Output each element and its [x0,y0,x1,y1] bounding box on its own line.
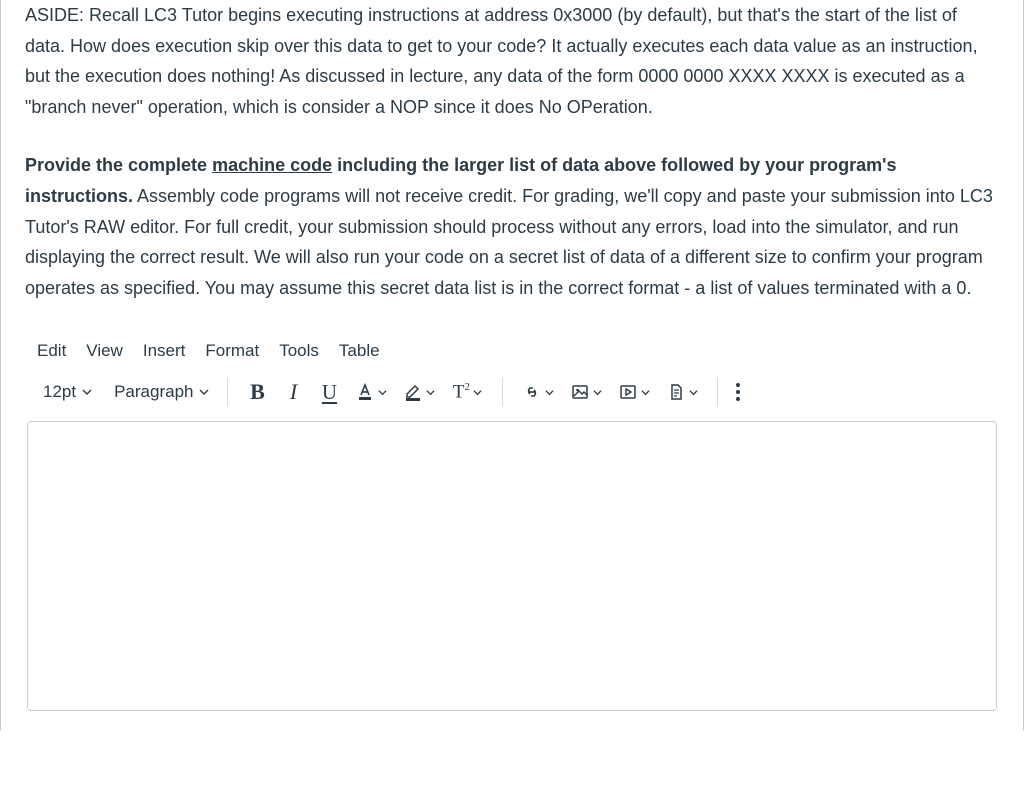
toolbar-divider [717,378,718,406]
block-format-select[interactable]: Paragraph [108,378,215,406]
menu-tools[interactable]: Tools [279,341,319,361]
underline-button[interactable]: U [312,375,346,409]
image-icon [570,382,590,402]
submit-paragraph: Provide the complete machine code includ… [25,150,999,303]
menu-insert[interactable]: Insert [143,341,186,361]
editor-content-area[interactable] [27,421,997,711]
chevron-down-icon [426,388,435,397]
chevron-down-icon [378,388,387,397]
machine-code-underline: machine code [212,155,332,175]
chevron-down-icon [593,388,602,397]
aside-paragraph: ASIDE: Recall LC3 Tutor begins executing… [25,0,999,122]
toolbar-divider [502,378,503,406]
text-color-button[interactable] [348,375,394,409]
insert-link-button[interactable] [515,375,561,409]
chevron-down-icon [473,388,482,397]
insert-media-button[interactable] [611,375,657,409]
chevron-down-icon [641,388,650,397]
dot-icon [736,397,740,401]
highlight-color-button[interactable] [396,375,442,409]
dot-icon [736,390,740,394]
link-icon [522,382,542,402]
chevron-down-icon [82,387,92,397]
menu-table[interactable]: Table [339,341,380,361]
dot-icon [736,383,740,387]
question-container: ASIDE: Recall LC3 Tutor begins executing… [0,0,1024,731]
question-body: ASIDE: Recall LC3 Tutor begins executing… [25,0,999,303]
more-options-button[interactable] [730,383,746,401]
chevron-down-icon [199,387,209,397]
menu-view[interactable]: View [86,341,123,361]
document-icon [666,382,686,402]
menu-edit[interactable]: Edit [37,341,66,361]
italic-button[interactable]: I [276,375,310,409]
insert-image-button[interactable] [563,375,609,409]
editor-menubar: Edit View Insert Format Tools Table [25,331,999,365]
chevron-down-icon [545,388,554,397]
menu-format[interactable]: Format [205,341,259,361]
rich-text-editor: Edit View Insert Format Tools Table 12pt… [25,331,999,711]
bold-button[interactable]: B [240,375,274,409]
insert-document-button[interactable] [659,375,705,409]
chevron-down-icon [689,388,698,397]
font-size-select[interactable]: 12pt [37,378,98,406]
superscript-icon: T2 [453,381,470,403]
toolbar-divider [227,378,228,406]
highlight-icon [403,382,423,402]
media-icon [618,382,638,402]
text-color-icon [355,382,375,402]
editor-toolbar: 12pt Paragraph B I U [25,365,999,421]
superscript-button[interactable]: T2 [444,375,490,409]
